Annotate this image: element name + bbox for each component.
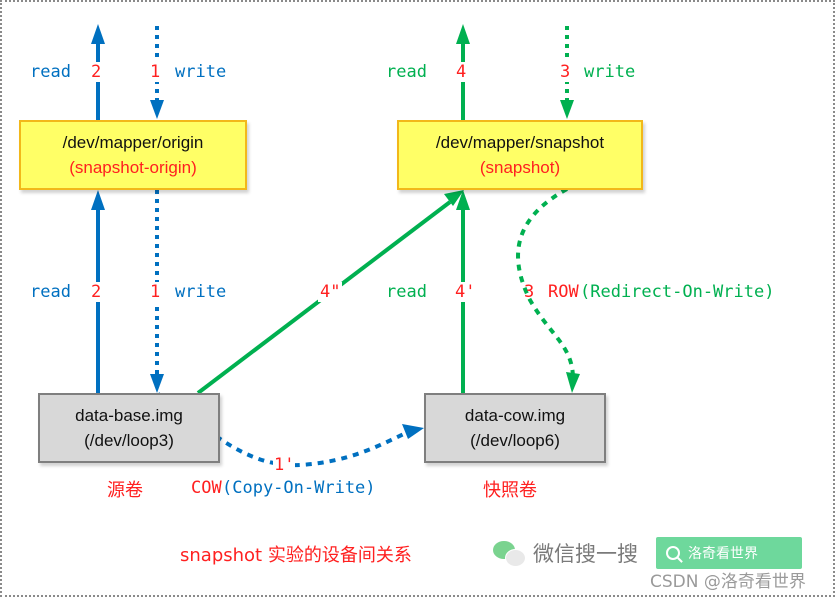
base-image-box: data-base.img (/dev/loop3) (38, 393, 220, 463)
origin-bottom-write-step: 1 (148, 282, 163, 302)
cow-image-caption: 快照卷 (483, 480, 537, 501)
row-full: (Redirect-On-Write) (580, 282, 775, 302)
wechat-search-text: 微信搜一搜 (533, 542, 638, 566)
origin-bottom-write-label: write (175, 282, 227, 302)
snapshot-top-read-label: read (386, 62, 427, 82)
origin-device-subtitle: (snapshot-origin) (69, 158, 197, 177)
cow-to-snapshot-read-step: 4' (453, 282, 478, 302)
base-image-caption: 源卷 (107, 480, 143, 501)
snapshot-device-subtitle: (snapshot) (479, 158, 561, 177)
snapshot-device-title: /dev/mapper/snapshot (435, 133, 605, 152)
cow-step: 1' (273, 455, 296, 475)
base-image-title: data-base.img (75, 406, 183, 425)
base-image-subtitle: (/dev/loop3) (84, 431, 174, 450)
origin-top-read-label: read (30, 62, 71, 82)
diagram-caption: snapshot 实验的设备间关系 (180, 545, 412, 566)
origin-device-box: /dev/mapper/origin (snapshot-origin) (19, 120, 247, 190)
cow-full: (Copy-On-Write) (222, 478, 376, 498)
cow-image-box: data-cow.img (/dev/loop6) (424, 393, 606, 463)
origin-device-title: /dev/mapper/origin (62, 133, 204, 152)
origin-bottom-read-step: 2 (89, 282, 104, 302)
csdn-watermark: CSDN @洛奇看世界 (650, 572, 806, 592)
snapshot-device-box: /dev/mapper/snapshot (snapshot) (397, 120, 643, 190)
row-step: 3 (524, 282, 535, 302)
snapshot-top-read-step: 4 (454, 62, 469, 82)
cow-image-subtitle: (/dev/loop6) (470, 431, 560, 450)
origin-top-write-step: 1 (148, 62, 163, 82)
origin-top-write-label: write (175, 62, 227, 82)
wechat-icon (493, 539, 526, 567)
row-abbr: ROW (548, 282, 579, 302)
search-icon (666, 546, 680, 560)
cow-abbr: COW (191, 478, 222, 498)
snapshot-top-write-step: 3 (558, 62, 573, 82)
origin-top-read-step: 2 (89, 62, 104, 82)
wechat-search-term: 洛奇看世界 (688, 546, 758, 562)
cow-to-snapshot-read-label: read (386, 282, 427, 302)
cow-image-title: data-cow.img (464, 406, 566, 425)
wechat-watermark: 微信搜一搜 (493, 538, 638, 568)
wechat-search-pill[interactable]: 洛奇看世界 (656, 537, 802, 569)
base-to-snapshot-step: 4" (318, 282, 343, 302)
origin-bottom-read-label: read (30, 282, 71, 302)
snapshot-top-write-label: write (584, 62, 636, 82)
